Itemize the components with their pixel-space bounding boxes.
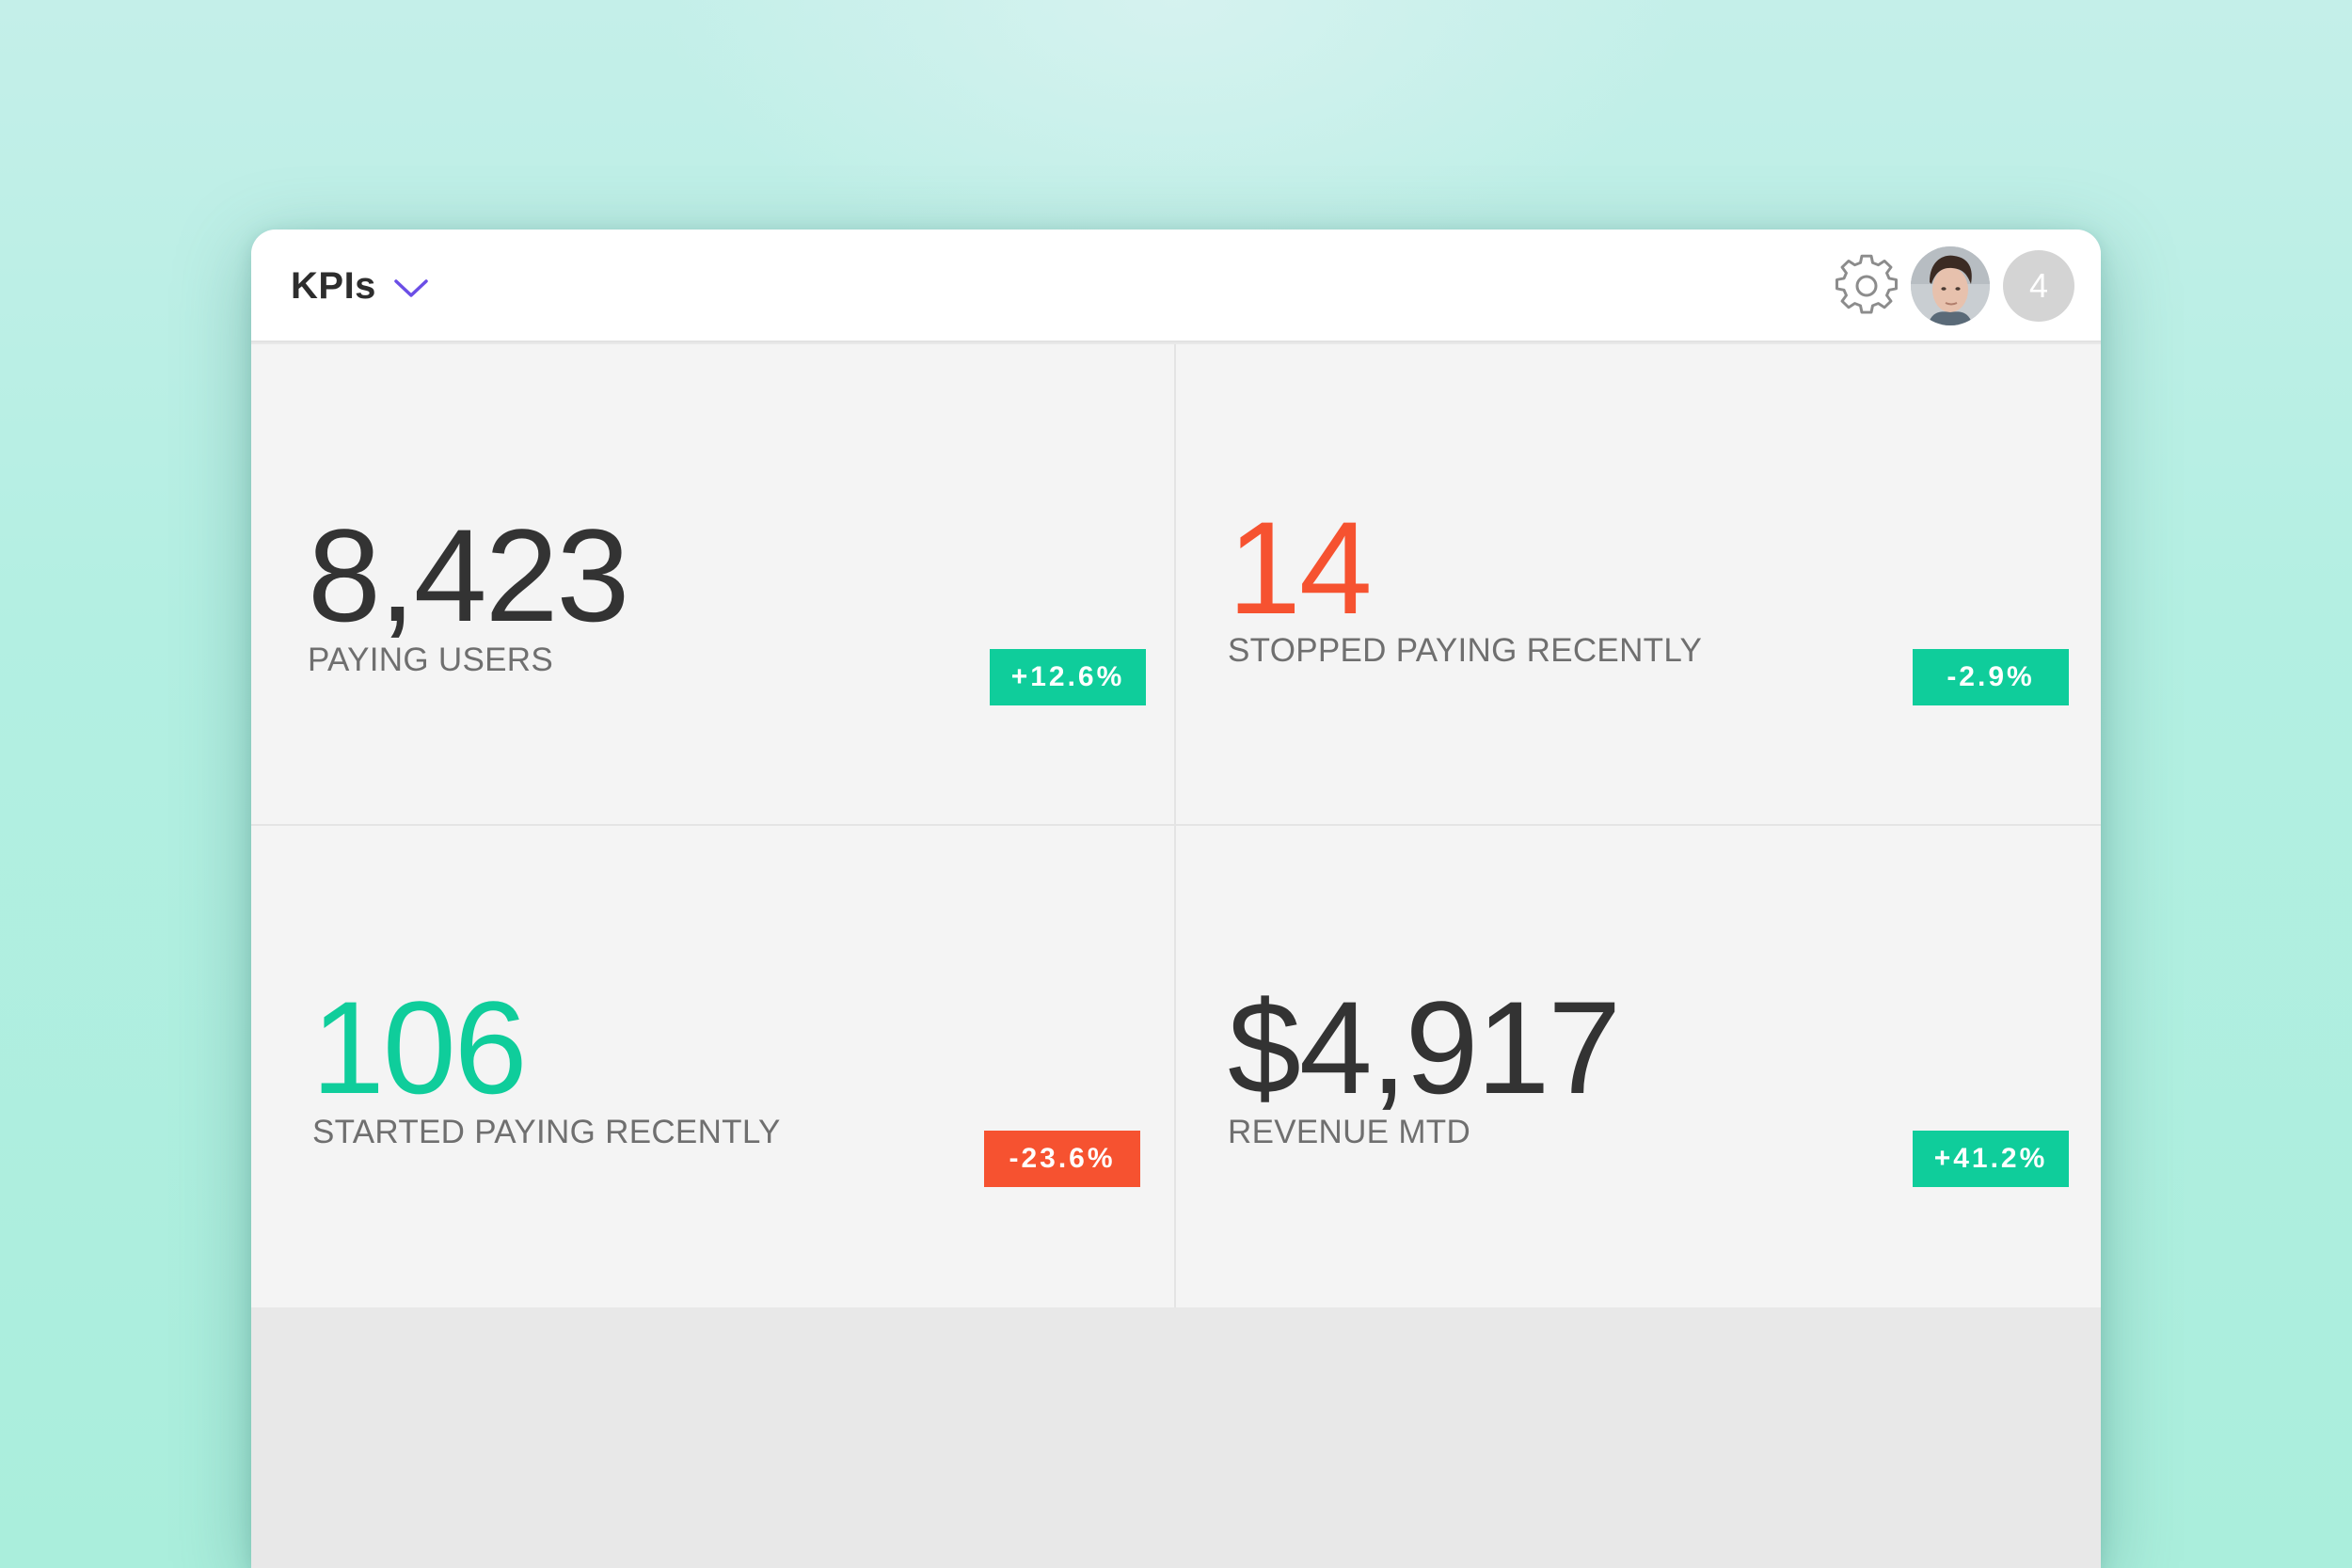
chevron-down-icon[interactable] xyxy=(393,277,429,300)
kpi-value: 14 xyxy=(1228,494,1373,641)
kpi-change-badge: -23.6% xyxy=(984,1131,1140,1187)
kpi-card-paying-users[interactable]: 8,423 PAYING USERS +12.6% xyxy=(251,344,1176,826)
kpi-change-badge: +41.2% xyxy=(1913,1131,2069,1187)
kpi-card-started-paying[interactable]: 106 STARTED PAYING RECENTLY -23.6% xyxy=(251,826,1176,1307)
avatar-image xyxy=(1911,246,1990,325)
kpi-card-stopped-paying[interactable]: 14 STOPPED PAYING RECENTLY -2.9% xyxy=(1176,344,2101,826)
kpi-label: PAYING USERS xyxy=(308,641,553,678)
kpi-label: STOPPED PAYING RECENTLY xyxy=(1228,632,1703,669)
top-bar: KPIs 4 xyxy=(251,230,2101,342)
notification-count-badge[interactable]: 4 xyxy=(2003,250,2074,322)
kpi-value: 106 xyxy=(311,974,528,1121)
dashboard-selector[interactable]: KPIs xyxy=(291,263,429,309)
dashboard-window: KPIs 4 8,423 PAYING USERS +12.6% 14 STOP… xyxy=(251,230,2101,1568)
kpi-grid: 8,423 PAYING USERS +12.6% 14 STOPPED PAY… xyxy=(251,344,2101,1307)
kpi-card-revenue-mtd[interactable]: $4,917 REVENUE MTD +41.2% xyxy=(1176,826,2101,1307)
kpi-label: STARTED PAYING RECENTLY xyxy=(312,1114,781,1150)
kpi-label: REVENUE MTD xyxy=(1228,1114,1471,1150)
kpi-change-badge: -2.9% xyxy=(1913,649,2069,705)
kpi-change-badge: +12.6% xyxy=(990,649,1146,705)
gear-icon[interactable] xyxy=(1835,254,1899,318)
kpi-value: 8,423 xyxy=(308,501,629,649)
kpi-value: $4,917 xyxy=(1228,974,1621,1121)
dashboard-title: KPIs xyxy=(291,264,376,307)
user-avatar[interactable] xyxy=(1911,246,1990,325)
